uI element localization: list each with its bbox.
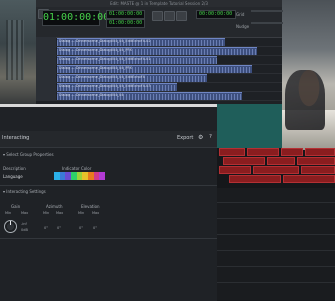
lane-divider — [217, 250, 335, 251]
track-name[interactable] — [36, 64, 56, 73]
description-label: Description — [3, 166, 26, 171]
red-clip[interactable] — [223, 157, 265, 165]
red-clip[interactable] — [267, 157, 295, 165]
audio-clip[interactable]: Dialog — Dinnerscene_Dialog004_04_PFX — [57, 65, 252, 73]
audio-clip[interactable]: Dialog — Dinnerscene_Dialog004_04_EditEc… — [57, 56, 217, 64]
audio-clip[interactable]: Dialog — Dinnerscene_Dialog004_04_EditEc… — [57, 83, 177, 91]
audio-clip[interactable]: Dialog — Dinnerscene_Dialog004_04_PFX — [57, 47, 257, 55]
lane-divider — [217, 266, 335, 267]
red-clip[interactable] — [283, 175, 335, 183]
section-divider — [0, 185, 217, 186]
azimuth-max-label: Max — [56, 211, 64, 215]
azimuth-max-value[interactable]: 0° — [57, 226, 61, 230]
red-clip[interactable] — [219, 148, 245, 156]
red-clip[interactable] — [281, 148, 303, 156]
gear-icon[interactable]: ⚙ — [198, 134, 203, 141]
empty-track-lanes — [217, 188, 335, 300]
clip-label: Dialog — Dinnerscene_Dialog004_04_PFX — [59, 48, 132, 52]
lane-divider — [217, 234, 335, 235]
audio-clip[interactable]: Dialog — Dinnerscene_Dialog004_04_EditEc… — [57, 38, 225, 46]
gain-min-knob[interactable] — [4, 220, 17, 233]
red-clip[interactable] — [297, 157, 335, 165]
section-title: Interacting Settings — [6, 189, 46, 194]
automation-clips — [219, 148, 335, 188]
audio-clip[interactable]: Dialog — Dinnerscene_Dialog004_04_EditEc… — [57, 74, 207, 82]
red-clip[interactable] — [229, 175, 281, 183]
red-clip[interactable] — [219, 166, 251, 174]
tool-select-button[interactable] — [164, 11, 175, 21]
track-name[interactable] — [36, 55, 56, 64]
elevation-min-label: Min — [78, 211, 85, 215]
section-select-group-properties: ▾ Select Group Properties — [3, 152, 54, 157]
clip-label: Dialog — Dinnerscene_Dialog004_04_EditEc… — [59, 57, 151, 61]
red-clip[interactable] — [305, 148, 335, 156]
clip-label: Dialog — Dinnerscene_Dialog004_04_PFX — [59, 66, 132, 70]
clip-label: Dialog — Dinnerscene_Dialog004_04_EditEc… — [59, 84, 151, 88]
lane-divider — [217, 202, 335, 203]
grid-label: Grid — [236, 12, 245, 17]
description-field[interactable]: Language — [3, 174, 23, 179]
red-clip[interactable] — [253, 166, 299, 174]
dialog-top-border — [0, 104, 217, 107]
section-interacting-settings: ▾ Interacting Settings — [3, 189, 46, 194]
edit-window: Edit: MASTE @ 1 in Template Tutorial Ses… — [36, 0, 283, 104]
indicator-color-label: Indicator Color — [62, 166, 92, 171]
transport-bar: 01:00:00:00 01:00:00:00 01:00:00:00 00:0… — [36, 7, 283, 38]
dialog-header: Interacting › Export ⚙ ? — [0, 131, 217, 148]
gain-max-value[interactable]: 0dB — [21, 228, 28, 232]
elevation-min-value[interactable]: 0° — [79, 226, 83, 230]
gain-min-value[interactable]: -inf — [21, 222, 27, 226]
section-divider — [0, 238, 217, 239]
main-counter[interactable]: 01:00:00:00 — [42, 10, 109, 26]
background-photo-left — [0, 0, 36, 110]
azimuth-min-value[interactable]: 0° — [44, 226, 48, 230]
color-swatch[interactable] — [99, 172, 106, 180]
track-row[interactable]: Dialog — Dinnerscene_Dialog004_04 — [36, 91, 282, 101]
clip-label: Dialog — Dinnerscene_Dialog004_04_EditEc… — [59, 75, 146, 79]
gain-min-label: Min — [5, 211, 12, 215]
track-name[interactable] — [36, 91, 56, 100]
nudge-label: Nudge — [236, 24, 250, 29]
sub-counter-3[interactable]: 00:00:00:00 — [196, 10, 236, 19]
clip-label: Dialog — Dinnerscene_Dialog004_04_EditEc… — [59, 39, 151, 43]
export-button[interactable]: Export — [177, 135, 193, 141]
azimuth-label: Azimuth — [46, 204, 63, 209]
track-name[interactable] — [36, 73, 56, 82]
track-name[interactable] — [36, 37, 56, 46]
section-title: Select Group Properties — [6, 152, 54, 157]
nudge-counter[interactable] — [251, 22, 283, 24]
tool-grab-button[interactable] — [176, 11, 187, 21]
gain-label: Gain — [11, 204, 21, 209]
tool-trim-button[interactable] — [152, 11, 163, 21]
red-clip[interactable] — [301, 166, 335, 174]
clip-label: Dialog — Dinnerscene_Dialog004_04 — [59, 93, 124, 97]
help-icon[interactable]: ? — [209, 134, 212, 140]
track-name[interactable] — [36, 46, 56, 55]
sub-counter-2[interactable]: 01:00:00:00 — [106, 19, 146, 28]
gain-max-label: Max — [21, 211, 29, 215]
red-clip[interactable] — [247, 148, 279, 156]
track-name[interactable] — [36, 82, 56, 91]
elevation-max-value[interactable]: 0° — [93, 226, 97, 230]
azimuth-min-label: Min — [43, 211, 50, 215]
lane-divider — [217, 218, 335, 219]
lane-divider — [217, 282, 335, 283]
track-area: Dialog — Dinnerscene_Dialog004_04_EditEc… — [36, 37, 282, 104]
audio-clip[interactable]: Dialog — Dinnerscene_Dialog004_04 — [57, 92, 242, 100]
background-person — [285, 70, 325, 130]
elevation-label: Elevation — [81, 204, 100, 209]
elevation-max-label: Max — [92, 211, 100, 215]
window-title: Edit: MASTE @ 1 in Template Tutorial Ses… — [36, 0, 282, 7]
sub-counter-1[interactable]: 01:00:00:00 — [106, 10, 146, 19]
expand-arrow-icon[interactable]: › — [24, 134, 26, 141]
grid-counter[interactable] — [251, 10, 283, 12]
clip-region-teal[interactable] — [217, 104, 282, 148]
indicator-color-swatches — [54, 172, 106, 180]
